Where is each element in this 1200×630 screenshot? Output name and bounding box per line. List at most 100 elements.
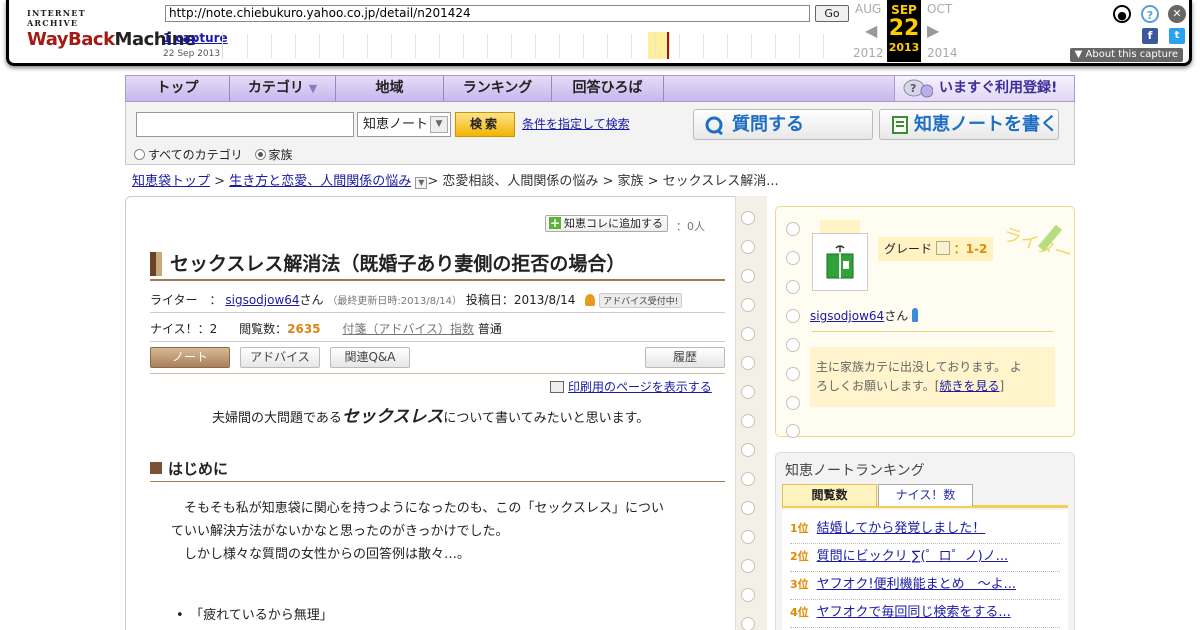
prev-month[interactable]: AUG bbox=[855, 2, 881, 16]
sparkline-tick bbox=[583, 34, 584, 58]
write-note-button[interactable]: 知恵ノートを書く bbox=[879, 109, 1059, 140]
advice-index-value: 普通 bbox=[477, 322, 502, 336]
notebook-binder bbox=[735, 196, 767, 630]
nav-top[interactable]: トップ bbox=[126, 76, 230, 101]
profile-message: 主に家族カテに出没しております。 よ ろしくお願いします。[続きを見る] bbox=[810, 347, 1055, 407]
advice-index-link[interactable]: 付箋（アドバイス）指数 bbox=[342, 322, 474, 336]
wayback-url-input[interactable]: http://note.chiebukuro.yahoo.co.jp/detai… bbox=[165, 5, 810, 22]
wayback-logo[interactable]: INTERNET ARCHIVE WayBackMachine bbox=[27, 8, 196, 50]
chevron-down-icon: ▼ bbox=[430, 116, 448, 133]
binder-ring bbox=[786, 251, 800, 265]
facebook-icon[interactable]: f bbox=[1142, 28, 1158, 44]
tab-note[interactable]: ノート bbox=[150, 347, 230, 368]
binder-ring bbox=[786, 396, 800, 410]
search-area: 知恵ノート ▼ 検索 条件を指定して検索 すべてのカテゴリ 家族 質問する 知恵… bbox=[125, 102, 1075, 165]
sparkline-tick bbox=[319, 34, 320, 58]
add-to-collection-button[interactable]: + 知恵コレに追加する bbox=[545, 215, 668, 232]
breadcrumb-category[interactable]: 生き方と恋愛、人間関係の悩み bbox=[229, 174, 411, 189]
ranking-item: 1位 結婚してから発覚しました！ bbox=[790, 516, 1060, 544]
radio-all-categories[interactable] bbox=[134, 149, 145, 160]
sparkline-tick bbox=[655, 34, 656, 58]
radio-family[interactable] bbox=[254, 149, 266, 160]
ranking-item: 2位 質問にビックリ ∑(゜ロ゜ノ)ノ... bbox=[790, 544, 1060, 572]
tab-history[interactable]: 履歴 bbox=[645, 347, 725, 368]
sparkline-tick bbox=[727, 34, 728, 58]
binder-ring bbox=[741, 269, 755, 283]
about-capture-button[interactable]: ▼ About this capture bbox=[1069, 48, 1183, 62]
next-year[interactable]: 2014 bbox=[927, 46, 958, 60]
sparkline-tick bbox=[535, 34, 536, 58]
tab-nice[interactable]: ナイス！数 bbox=[878, 484, 973, 506]
search-button[interactable]: 検索 bbox=[455, 112, 515, 137]
ask-question-button[interactable]: 質問する bbox=[693, 109, 873, 140]
selected-month: SEP bbox=[891, 3, 917, 17]
ranking-link[interactable]: 結婚してから発覚しました！ bbox=[817, 521, 986, 536]
sparkline-tick bbox=[463, 34, 464, 58]
tab-advice[interactable]: アドバイス bbox=[240, 347, 320, 368]
ranking-item: 3位 ヤフオク!便利機能まとめ ～よ... bbox=[790, 572, 1060, 600]
posted-date: 投稿日：2013/8/14 bbox=[465, 293, 576, 307]
sparkline-tick bbox=[439, 34, 440, 58]
tab-views[interactable]: 閲覧数 bbox=[782, 484, 877, 506]
section-heading: はじめに bbox=[150, 458, 725, 482]
medal-icon bbox=[585, 294, 596, 306]
note-meta-writer: ライター ： sigsodjow64さん （最終更新日時:2013/8/14） … bbox=[150, 291, 725, 313]
ranking-link[interactable]: ヤフオク!便利機能まとめ ～よ... bbox=[817, 577, 1016, 592]
binder-ring bbox=[741, 559, 755, 573]
nav-answer-plaza[interactable]: 回答ひろば bbox=[552, 76, 664, 101]
wayback-go-button[interactable]: Go bbox=[815, 5, 849, 22]
register-button[interactable]: ? いますぐ利用登録! bbox=[894, 76, 1074, 101]
nav-ranking[interactable]: ランキング bbox=[444, 76, 552, 101]
sparkline-tick bbox=[391, 34, 392, 58]
selected-year: 2013 bbox=[888, 41, 920, 54]
tab-related-qa[interactable]: 関連Q&A bbox=[330, 347, 410, 368]
sparkline-tick bbox=[343, 34, 344, 58]
read-more-link[interactable]: 続きを見る bbox=[939, 379, 999, 393]
next-arrow-icon[interactable]: ▶ bbox=[927, 21, 939, 40]
paragraph: そもそも私が知恵袋に関心を持つようになったのも、この「セックスレス」につい bbox=[171, 501, 664, 516]
sparkline-tick bbox=[799, 34, 800, 58]
nav-region[interactable]: 地域 bbox=[336, 76, 444, 101]
sparkline-capture-mark[interactable] bbox=[667, 32, 669, 59]
profile-name-link[interactable]: sigsodjow64 bbox=[810, 309, 884, 323]
binder-ring bbox=[741, 327, 755, 341]
captures-link[interactable]: 1 capture bbox=[163, 31, 228, 45]
avatar-tab bbox=[820, 220, 860, 234]
search-scope: すべてのカテゴリ 家族 bbox=[134, 146, 293, 163]
twitter-icon[interactable]: t bbox=[1169, 28, 1185, 44]
binder-ring bbox=[741, 588, 755, 602]
capture-sparkline[interactable] bbox=[222, 32, 846, 59]
sparkline-tick bbox=[703, 34, 704, 58]
advice-badge: アドバイス受付中! bbox=[599, 293, 683, 308]
ranking-link[interactable]: ヤフオクで毎回同じ検索をする... bbox=[817, 605, 1011, 620]
next-month[interactable]: OCT bbox=[927, 2, 952, 16]
chevron-down-icon[interactable]: ▼ bbox=[415, 177, 428, 189]
sparkline-tick bbox=[607, 34, 608, 58]
binder-ring bbox=[741, 298, 755, 312]
sparkline-tick bbox=[631, 34, 632, 58]
close-icon[interactable]: ✕ bbox=[1168, 5, 1186, 23]
writer-grade: グレード ：1-2 bbox=[878, 237, 994, 261]
binder-ring bbox=[741, 414, 755, 428]
plus-icon: + bbox=[549, 216, 561, 230]
prev-arrow-icon[interactable]: ◀ bbox=[865, 21, 877, 40]
sparkline-tick bbox=[367, 34, 368, 58]
writer-link[interactable]: sigsodjow64 bbox=[225, 293, 299, 307]
view-count: 2635 bbox=[287, 322, 321, 336]
writer-avatar-icon bbox=[826, 245, 854, 279]
wayback-logo-line2: WayBackMachine bbox=[27, 29, 196, 50]
site-nav: トップ カテゴリ ▼ 地域 ランキング 回答ひろば ? いますぐ利用登録! bbox=[125, 75, 1075, 102]
search-input[interactable] bbox=[136, 112, 354, 137]
ranking-link[interactable]: 質問にビックリ ∑(゜ロ゜ノ)ノ... bbox=[817, 549, 1008, 564]
nav-category[interactable]: カテゴリ ▼ bbox=[230, 76, 336, 101]
breadcrumb-top[interactable]: 知恵袋トップ bbox=[132, 174, 210, 189]
advanced-search-link[interactable]: 条件を指定して検索 bbox=[522, 115, 630, 132]
search-type-select[interactable]: 知恵ノート ▼ bbox=[357, 112, 451, 137]
account-icon[interactable]: ● bbox=[1113, 5, 1131, 23]
print-link[interactable]: 印刷用のページを表示する bbox=[550, 378, 712, 395]
profile-binder bbox=[776, 210, 806, 438]
binder-ring bbox=[786, 280, 800, 294]
bullet-item: • 「疲れているから無理」 bbox=[176, 608, 333, 623]
help-icon[interactable]: ? bbox=[1141, 5, 1159, 23]
prev-year[interactable]: 2012 bbox=[853, 46, 884, 60]
